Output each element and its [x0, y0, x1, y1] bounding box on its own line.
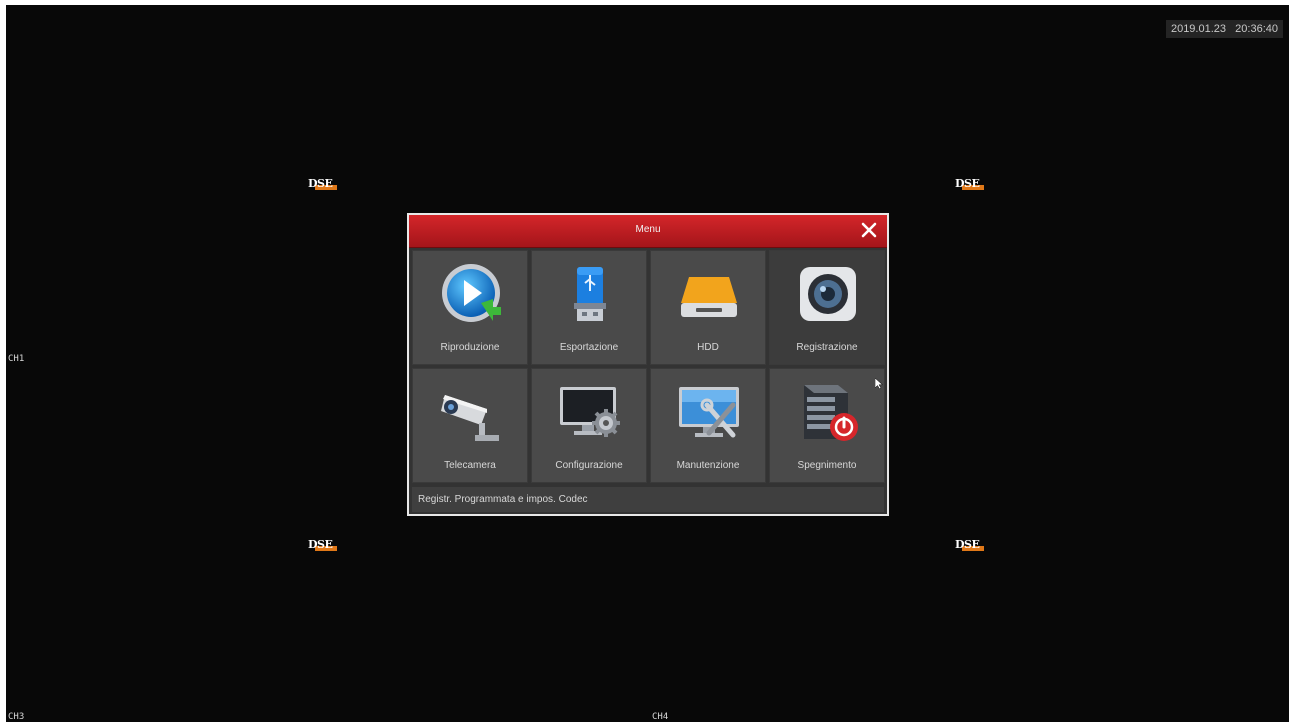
- logo-text: DSE: [955, 538, 980, 551]
- channel-label-ch4: CH4: [652, 712, 669, 722]
- monitor-tools-icon: [679, 387, 739, 438]
- menu-item-label: Manutenzione: [676, 460, 740, 471]
- menu-status-bar: Registr. Programmata e impos. Codec: [412, 487, 884, 512]
- hard-disk-icon: [681, 277, 737, 317]
- monitor-gear-icon: [560, 387, 620, 437]
- server-power-icon: [804, 385, 858, 441]
- close-icon: [861, 222, 877, 238]
- dse-logo: DSE: [955, 177, 985, 191]
- logo-text: DSE: [308, 538, 333, 551]
- main-menu-dialog: Menu Riproduzione Esportazione HDD Regis…: [407, 213, 889, 516]
- menu-item-label: Spegnimento: [797, 460, 857, 471]
- menu-item-spegnimento[interactable]: Spegnimento: [769, 368, 885, 483]
- dvr-screen: 2019.01.23 20:36:40 DSE DSE DSE DSE CH1 …: [6, 5, 1289, 722]
- menu-item-label: Registrazione: [796, 342, 858, 353]
- channel-label-ch3: CH3: [8, 712, 25, 722]
- usb-drive-icon: [574, 267, 606, 321]
- menu-item-riproduzione[interactable]: Riproduzione: [412, 250, 528, 365]
- menu-grid: Riproduzione Esportazione HDD Registrazi…: [412, 250, 888, 486]
- dse-logo: DSE: [308, 177, 338, 191]
- menu-item-telecamera[interactable]: Telecamera: [412, 368, 528, 483]
- menu-item-label: Esportazione: [559, 342, 619, 353]
- menu-item-label: Telecamera: [444, 460, 496, 471]
- menu-header: Menu: [409, 215, 887, 248]
- menu-item-label: Configurazione: [555, 460, 623, 471]
- menu-title: Menu: [635, 224, 661, 235]
- menu-item-configurazione[interactable]: Configurazione: [531, 368, 647, 483]
- logo-text: DSE: [308, 177, 333, 190]
- logo-text: DSE: [955, 177, 980, 190]
- menu-item-esportazione[interactable]: Esportazione: [531, 250, 647, 365]
- menu-item-registrazione[interactable]: Registrazione: [769, 250, 885, 365]
- channel-label-ch1: CH1: [8, 354, 25, 364]
- play-icon: [442, 264, 501, 322]
- mouse-cursor-icon: [875, 378, 883, 389]
- menu-item-manutenzione[interactable]: Manutenzione: [650, 368, 766, 483]
- menu-item-label: Riproduzione: [440, 342, 500, 353]
- camera-lens-icon: [800, 267, 856, 321]
- dse-logo: DSE: [955, 538, 985, 552]
- datetime-display: 2019.01.23 20:36:40: [1165, 20, 1283, 38]
- cctv-camera-icon: [441, 395, 499, 441]
- dse-logo: DSE: [308, 538, 338, 552]
- menu-item-hdd[interactable]: HDD: [650, 250, 766, 365]
- menu-item-label: HDD: [697, 342, 719, 353]
- close-button[interactable]: [859, 220, 879, 240]
- menu-hint-text: Registr. Programmata e impos. Codec: [418, 494, 588, 505]
